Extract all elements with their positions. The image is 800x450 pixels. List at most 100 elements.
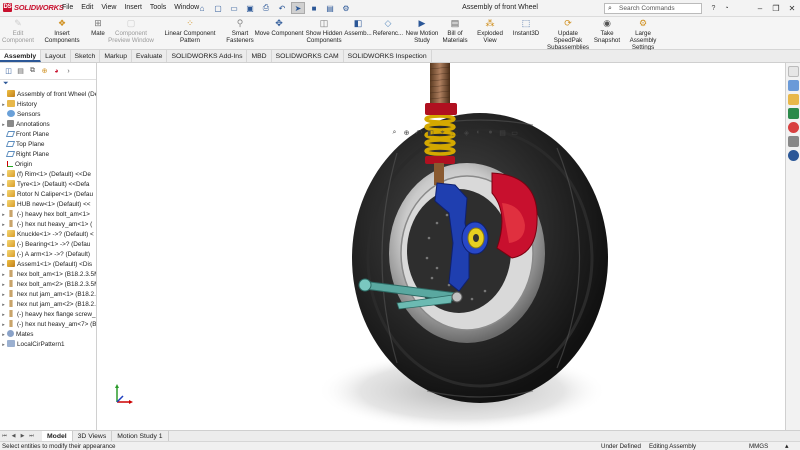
- app-logo[interactable]: DS SOLIDWORKS: [3, 3, 64, 12]
- tree-item[interactable]: ▸ Rotor N Caliper<1> (Defau: [0, 190, 96, 200]
- tab-layout[interactable]: Layout: [41, 50, 71, 62]
- open-icon[interactable]: ▭: [227, 2, 241, 14]
- tab-cam[interactable]: SOLIDWORKS CAM: [272, 50, 344, 62]
- status-units[interactable]: MMGS: [749, 442, 768, 450]
- tab-addins[interactable]: SOLIDWORKS Add-Ins: [167, 50, 248, 62]
- show-hidden-button[interactable]: ◫ Show Hidden Components: [305, 18, 343, 45]
- tree-item[interactable]: ▸ Tyre<1> (Default) <<Defa: [0, 180, 96, 190]
- graphics-area[interactable]: ⌕ ⊕ ⤺ ◧ ⌖ ⬚ ◈ ◐ ● ▤ ▭: [97, 63, 785, 430]
- tree-item[interactable]: ▸ (-) A arm<1> ->? (Default): [0, 250, 96, 260]
- tree-item[interactable]: ▸ (-) hex nut heavy_am<7> (B: [0, 320, 96, 330]
- expand-arrow-icon[interactable]: ▸: [0, 250, 7, 260]
- search-commands-input[interactable]: ⌕ Search Commands: [604, 3, 702, 14]
- file-explorer-icon[interactable]: [788, 94, 799, 105]
- tab-mbd[interactable]: MBD: [247, 50, 272, 62]
- tab-3d-views[interactable]: 3D Views: [73, 430, 113, 442]
- tree-item[interactable]: Origin: [0, 160, 96, 170]
- display-manager-icon[interactable]: ◕: [52, 67, 61, 76]
- zoom-to-fit-icon[interactable]: ⌕: [390, 128, 399, 137]
- move-component-button[interactable]: ✥ Move Component: [254, 18, 304, 38]
- save-icon[interactable]: ▣: [243, 2, 257, 14]
- hide-show-items-icon[interactable]: ◐: [474, 128, 483, 137]
- take-snapshot-button[interactable]: ◉ Take Snapshot: [594, 18, 620, 45]
- expand-arrow-icon[interactable]: ▸: [0, 220, 7, 230]
- status-units-arrow-icon[interactable]: ▴: [785, 442, 789, 450]
- tree-item[interactable]: Front Plane: [0, 130, 96, 140]
- reference-geometry-button[interactable]: ◇ Referenc...: [373, 18, 403, 38]
- print-icon[interactable]: ⎙: [259, 2, 273, 14]
- expand-arrow-icon[interactable]: ▸: [0, 180, 7, 190]
- new-motion-study-button[interactable]: ▶ New Motion Study: [404, 18, 440, 45]
- expand-arrow-icon[interactable]: ▸: [0, 320, 7, 330]
- view-palette-icon[interactable]: [788, 108, 799, 119]
- tree-item[interactable]: Assembly of front Wheel (Defa: [0, 90, 96, 100]
- tree-item[interactable]: ▸ hex bolt_am<1> (B18.2.3.5M: [0, 270, 96, 280]
- edit-component-button[interactable]: ✎ Edit Component: [2, 18, 34, 45]
- zoom-area-icon[interactable]: ⊕: [402, 128, 411, 137]
- view-settings-icon[interactable]: ▭: [510, 128, 519, 137]
- next-tab-icon[interactable]: ▶: [18, 433, 27, 439]
- dimxpert-icon[interactable]: ⊕: [40, 67, 49, 76]
- options-gear-icon[interactable]: ⚙: [339, 2, 353, 14]
- solidworks-resources-icon[interactable]: [788, 66, 799, 77]
- expand-arrow-icon[interactable]: ▸: [0, 290, 7, 300]
- tree-item[interactable]: ▸ (-) Bearing<1> ->? (Defau: [0, 240, 96, 250]
- tree-item[interactable]: ▸ (-) hex nut heavy_am<1> (: [0, 220, 96, 230]
- undo-icon[interactable]: ↶: [275, 2, 289, 14]
- expand-arrow-icon[interactable]: ▸: [0, 210, 7, 220]
- first-tab-icon[interactable]: ⏮: [0, 433, 9, 439]
- expand-tabs-icon[interactable]: ›: [64, 67, 73, 76]
- tree-item[interactable]: ▸ (f) Rim<1> (Default) <<De: [0, 170, 96, 180]
- large-assembly-settings-button[interactable]: ⚙ Large Assembly Settings: [621, 18, 665, 52]
- tree-item[interactable]: ▸ hex nut jam_am<1> (B18.2.: [0, 290, 96, 300]
- bill-of-materials-button[interactable]: ▤ Bill of Materials: [441, 18, 469, 45]
- menu-view[interactable]: View: [97, 4, 120, 11]
- tree-item[interactable]: Top Plane: [0, 140, 96, 150]
- expand-arrow-icon[interactable]: ▸: [0, 330, 7, 340]
- exploded-view-button[interactable]: ⁂ Exploded View: [470, 18, 510, 45]
- tab-assembly[interactable]: Assembly: [0, 50, 42, 62]
- expand-arrow-icon[interactable]: ▸: [0, 170, 7, 180]
- tree-item[interactable]: ▸ (-) heavy hex bolt_am<1>: [0, 210, 96, 220]
- filter-icon[interactable]: ⏷: [0, 80, 96, 90]
- update-speedpak-button[interactable]: ⟳ Update SpeedPak Subassemblies: [543, 18, 593, 52]
- edit-appearance-icon[interactable]: ●: [486, 128, 495, 137]
- expand-arrow-icon[interactable]: ▸: [0, 260, 7, 270]
- expand-arrow-icon[interactable]: ▸: [0, 230, 7, 240]
- component-preview-button[interactable]: ▢ Component Preview Window: [108, 18, 154, 45]
- appearances-icon[interactable]: [788, 122, 799, 133]
- expand-arrow-icon[interactable]: ▸: [0, 200, 7, 210]
- configuration-manager-icon[interactable]: ⧉: [28, 67, 37, 76]
- dynamic-annotation-icon[interactable]: ⌖: [438, 128, 447, 137]
- minimize-icon[interactable]: –: [752, 0, 768, 16]
- tab-evaluate[interactable]: Evaluate: [132, 50, 168, 62]
- menu-tools[interactable]: Tools: [146, 4, 170, 11]
- menu-edit[interactable]: Edit: [77, 4, 97, 11]
- insert-components-button[interactable]: ❖ Insert Components: [36, 18, 88, 45]
- expand-arrow-icon[interactable]: ▸: [0, 120, 7, 130]
- menu-insert[interactable]: Insert: [120, 4, 146, 11]
- tab-inspection[interactable]: SOLIDWORKS Inspection: [344, 50, 432, 62]
- menu-file[interactable]: File: [58, 4, 77, 11]
- tree-item[interactable]: ▸ Annotations: [0, 120, 96, 130]
- new-document-icon[interactable]: ▢: [211, 2, 225, 14]
- expand-arrow-icon[interactable]: ▸: [0, 280, 7, 290]
- tab-motion-study[interactable]: Motion Study 1: [112, 430, 169, 442]
- select-pointer-icon[interactable]: ➤: [291, 2, 305, 14]
- instant3d-button[interactable]: ⬚ Instant3D: [511, 18, 541, 38]
- property-manager-icon[interactable]: ▤: [16, 67, 25, 76]
- expand-arrow-icon[interactable]: ▸: [0, 340, 7, 350]
- tree-item[interactable]: ▸ LocalCirPattern1: [0, 340, 96, 350]
- expand-arrow-icon[interactable]: ▸: [0, 240, 7, 250]
- linear-pattern-button[interactable]: ⁘ Linear Component Pattern: [154, 18, 226, 45]
- custom-properties-icon[interactable]: [788, 136, 799, 147]
- apply-scene-icon[interactable]: ▤: [498, 128, 507, 137]
- tree-item[interactable]: ▸ HUB new<1> (Default) <<: [0, 200, 96, 210]
- expand-arrow-icon[interactable]: ▸: [0, 190, 7, 200]
- expand-arrow-icon[interactable]: ▸: [0, 300, 7, 310]
- mate-button[interactable]: ⊞ Mate: [89, 18, 107, 38]
- home-icon[interactable]: ⌂: [195, 2, 209, 14]
- design-library-icon[interactable]: [788, 80, 799, 91]
- tab-markup[interactable]: Markup: [100, 50, 132, 62]
- tree-item[interactable]: ▸ hex bolt_am<2> (B18.2.3.5M: [0, 280, 96, 290]
